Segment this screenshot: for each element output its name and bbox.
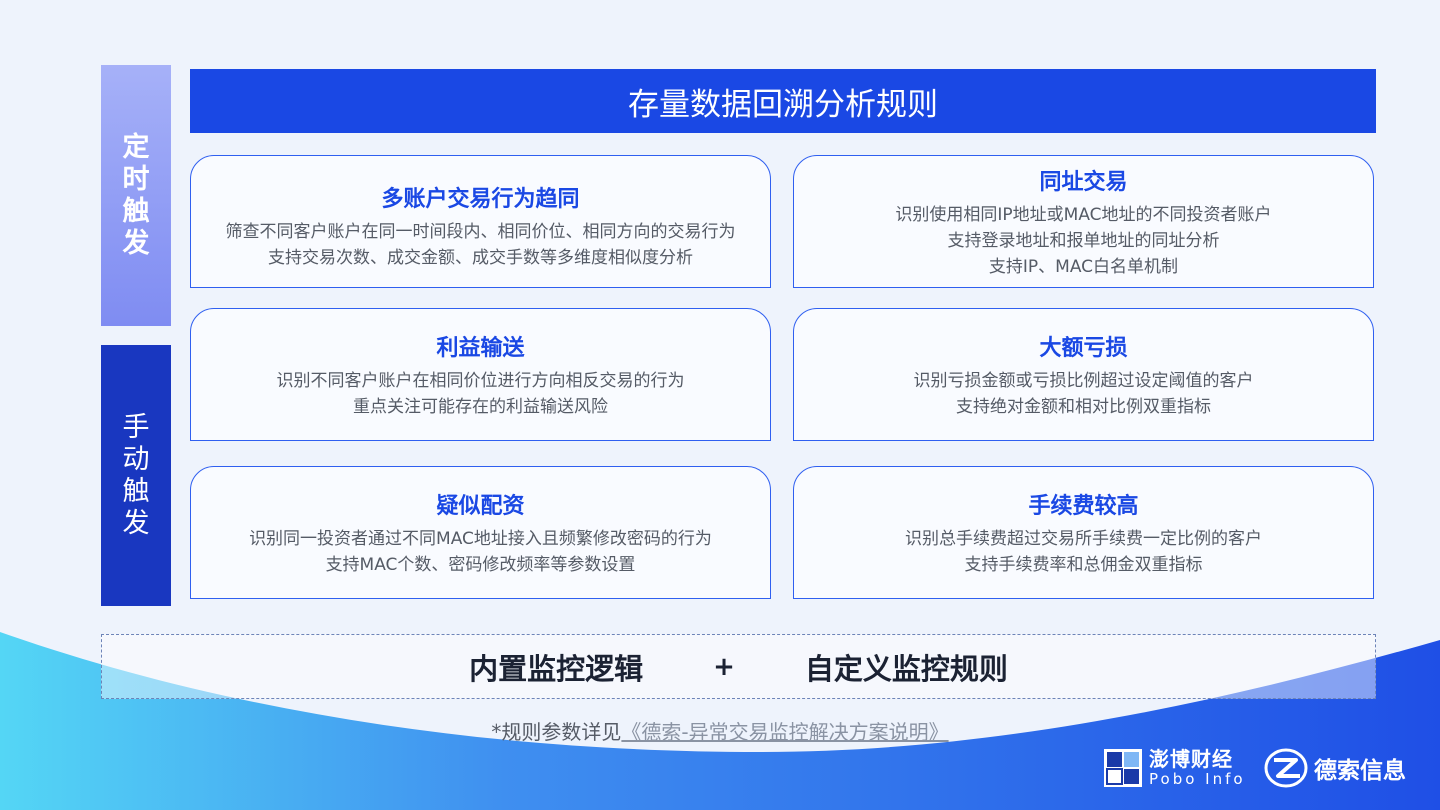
card-line: 支持交易次数、成交金额、成交手数等多维度相似度分析 bbox=[268, 247, 693, 268]
card-line: 筛查不同客户账户在同一时间段内、相同价位、相同方向的交易行为 bbox=[225, 221, 736, 242]
footnote-prefix: *规则参数详见 bbox=[491, 720, 622, 744]
pobo-name-en: Pobo Info bbox=[1149, 770, 1246, 788]
desuo-logo-icon bbox=[1264, 748, 1308, 788]
card-line: 支持绝对金额和相对比例双重指标 bbox=[956, 396, 1211, 417]
builtin-logic-label: 内置监控逻辑 bbox=[469, 651, 644, 686]
pobo-logo-icon bbox=[1104, 749, 1142, 787]
side-char: 手 bbox=[122, 411, 150, 443]
rule-card-large-loss: 大额亏损 识别亏损金额或亏损比例超过设定阈值的客户 支持绝对金额和相对比例双重指… bbox=[793, 308, 1374, 441]
card-line: 识别同一投资者通过不同MAC地址接入且频繁修改密码的行为 bbox=[249, 528, 712, 549]
card-title: 多账户交易行为趋同 bbox=[381, 186, 580, 212]
side-char: 时 bbox=[122, 163, 150, 195]
desuo-name-cn: 德索信息 bbox=[1314, 758, 1406, 784]
card-title: 同址交易 bbox=[1039, 169, 1128, 195]
side-char: 发 bbox=[122, 507, 150, 539]
card-title: 大额亏损 bbox=[1039, 335, 1128, 361]
card-line: 支持登录地址和报单地址的同址分析 bbox=[947, 230, 1220, 251]
rule-card-benefit-transfer: 利益输送 识别不同客户账户在相同价位进行方向相反交易的行为 重点关注可能存在的利… bbox=[190, 308, 771, 441]
card-line: 识别亏损金额或亏损比例超过设定阈值的客户 bbox=[913, 370, 1254, 391]
rule-card-multi-account: 多账户交易行为趋同 筛查不同客户账户在同一时间段内、相同价位、相同方向的交易行为… bbox=[190, 155, 771, 288]
card-line: 识别使用相同IP地址或MAC地址的不同投资者账户 bbox=[895, 204, 1272, 225]
manual-trigger-label: 手 动 触 发 bbox=[101, 345, 171, 606]
card-line: 识别不同客户账户在相同价位进行方向相反交易的行为 bbox=[276, 370, 685, 391]
card-line: 识别总手续费超过交易所手续费一定比例的客户 bbox=[905, 528, 1262, 549]
pobo-name-cn: 澎博财经 bbox=[1149, 747, 1233, 771]
custom-rules-label: 自定义监控规则 bbox=[804, 651, 1008, 686]
rule-card-suspected-leverage: 疑似配资 识别同一投资者通过不同MAC地址接入且频繁修改密码的行为 支持MAC个… bbox=[190, 466, 771, 599]
footnote: *规则参数详见《德索-异常交易监控解决方案说明》 bbox=[0, 716, 1440, 745]
side-char: 发 bbox=[122, 227, 150, 259]
card-line: 支持手续费率和总佣金双重指标 bbox=[964, 554, 1203, 575]
card-line: 重点关注可能存在的利益输送风险 bbox=[353, 396, 608, 417]
card-title: 利益输送 bbox=[436, 335, 525, 361]
card-title: 手续费较高 bbox=[1028, 493, 1139, 519]
card-title: 疑似配资 bbox=[436, 493, 525, 519]
side-char: 定 bbox=[122, 131, 150, 163]
side-char: 动 bbox=[122, 443, 150, 475]
card-line: 支持IP、MAC白名单机制 bbox=[988, 256, 1179, 277]
side-char: 触 bbox=[122, 475, 150, 507]
card-line: 支持MAC个数、密码修改频率等参数设置 bbox=[325, 554, 636, 575]
rule-card-same-address: 同址交易 识别使用相同IP地址或MAC地址的不同投资者账户 支持登录地址和报单地… bbox=[793, 155, 1374, 288]
monitoring-logic-summary: 内置监控逻辑 + 自定义监控规则 bbox=[101, 634, 1376, 699]
rule-card-high-fee: 手续费较高 识别总手续费超过交易所手续费一定比例的客户 支持手续费率和总佣金双重… bbox=[793, 466, 1374, 599]
pobo-logo: 澎博财经 Pobo Info bbox=[1103, 748, 1246, 788]
desuo-logo: 德索信息 bbox=[1264, 748, 1406, 788]
timed-trigger-label: 定 时 触 发 bbox=[101, 65, 171, 326]
plus-sign: + bbox=[713, 651, 735, 682]
page-title: 存量数据回溯分析规则 bbox=[190, 69, 1376, 133]
solution-doc-link[interactable]: 《德索-异常交易监控解决方案说明》 bbox=[621, 720, 948, 744]
side-char: 触 bbox=[122, 195, 150, 227]
